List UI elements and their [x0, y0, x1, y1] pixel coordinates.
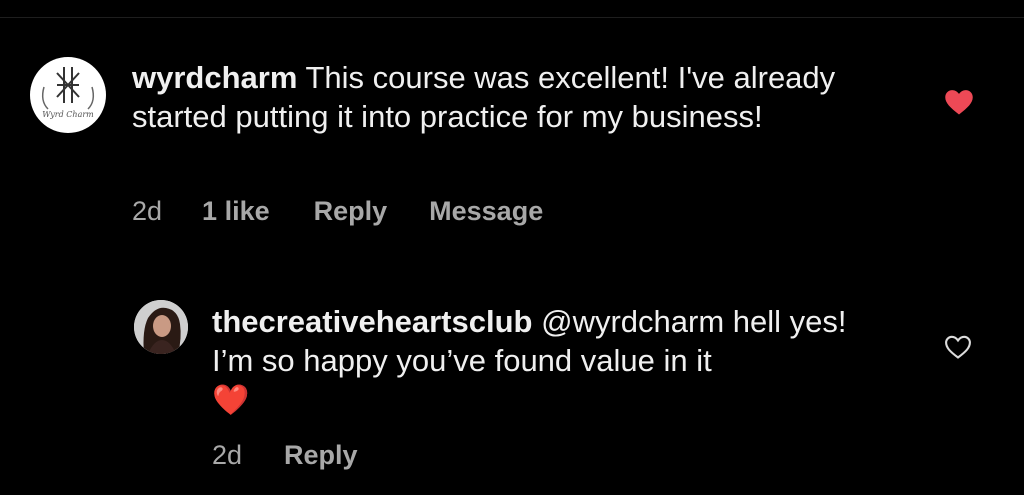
wyrdcharm-logo-icon: Wyrd Charm — [41, 67, 94, 119]
comment-wyrdcharm: Wyrd Charm wyrdcharm This course was exc… — [0, 0, 1024, 240]
reply-text: thecreativeheartsclub @wyrdcharm hell ye… — [212, 302, 892, 420]
heart-outline-icon — [945, 335, 971, 359]
like-button[interactable] — [944, 334, 972, 360]
avatar[interactable] — [134, 300, 188, 354]
heart-filled-icon — [945, 90, 973, 115]
avatar[interactable]: Wyrd Charm — [30, 57, 106, 133]
comment-meta: 2d 1 like Reply Message — [132, 196, 543, 227]
svg-text:Wyrd Charm: Wyrd Charm — [42, 110, 94, 119]
comment-time: 2d — [132, 196, 163, 226]
reply-button[interactable]: Reply — [284, 440, 358, 471]
reply-button[interactable]: Reply — [314, 196, 388, 227]
likes-count[interactable]: 1 like — [202, 196, 270, 227]
comment-username[interactable]: wyrdcharm — [132, 60, 297, 95]
reply-meta: 2d Reply — [212, 440, 358, 471]
comment-thecreativeheartsclub: thecreativeheartsclub @wyrdcharm hell ye… — [0, 240, 1024, 495]
heart-emoji: ❤️ — [212, 384, 250, 417]
reply-time: 2d — [212, 440, 243, 470]
reply-username[interactable]: thecreativeheartsclub — [212, 304, 532, 339]
like-button[interactable] — [944, 88, 974, 116]
message-button[interactable]: Message — [429, 196, 543, 227]
comment-text: wyrdcharm This course was excellent! I'v… — [132, 58, 892, 136]
profile-photo-icon — [134, 300, 188, 354]
